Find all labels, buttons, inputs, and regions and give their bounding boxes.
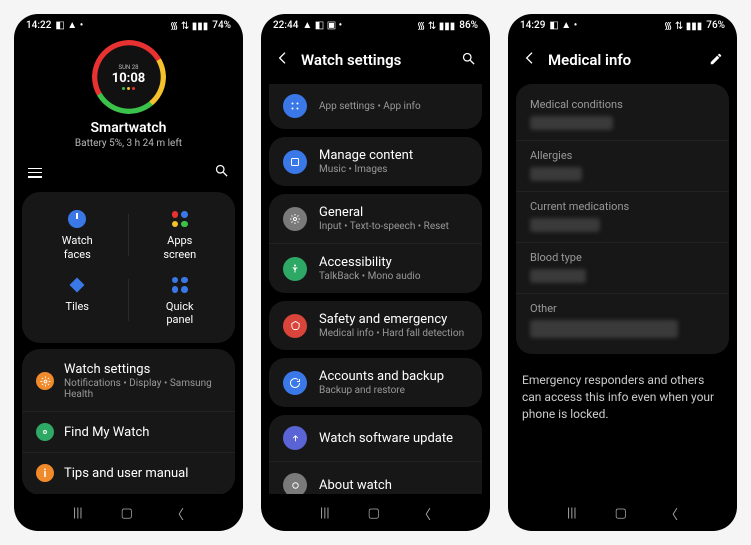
device-name: Smartwatch — [14, 120, 243, 136]
status-battery: 76% — [706, 20, 725, 31]
row-software-update[interactable]: Watch software update — [269, 415, 482, 461]
setting-group-general: General Input • Text-to-speech • Reset A… — [269, 194, 482, 293]
row-tips[interactable]: i Tips and user manual — [22, 452, 235, 493]
med-row-allergies[interactable]: Allergies — [516, 140, 729, 191]
status-time: 14:22 — [26, 20, 51, 31]
row-watch-settings[interactable]: Watch settings Notifications • Display •… — [22, 351, 235, 411]
setting-group-accounts: Accounts and backup Backup and restore — [269, 358, 482, 407]
med-row-medications[interactable]: Current medications — [516, 191, 729, 242]
backup-icon — [283, 371, 307, 395]
menu-icon[interactable] — [28, 168, 42, 178]
med-value-redacted — [530, 116, 613, 130]
location-icon — [36, 423, 54, 441]
med-row-other[interactable]: Other — [516, 293, 729, 348]
status-bar: 14:22 ◧ ▲ • ᯾ ⇅ ▮▮▮ 74% — [14, 14, 243, 34]
page-title: Medical info — [548, 51, 699, 69]
content-icon — [283, 150, 307, 174]
grid-watch-faces[interactable]: Watch faces — [26, 202, 129, 268]
quick-grid: Watch faces Apps screen Tiles Quick pane… — [22, 192, 235, 343]
phone-screen-medical-info: 14:29 ◧ ▲ • ᯾ ⇅ ▮▮▮ 76% Medical info Med… — [508, 14, 737, 531]
row-find-my-watch[interactable]: Find My Watch — [22, 411, 235, 452]
row-safety-emergency[interactable]: Safety and emergency Medical info • Hard… — [269, 301, 482, 350]
battery-status: Battery 5%, 3 h 24 m left — [14, 138, 243, 149]
nav-home-icon[interactable]: ▢ — [368, 506, 380, 521]
update-icon — [283, 426, 307, 450]
nav-bar: ||| ▢ 〈 — [261, 494, 490, 531]
page-header: Watch settings — [261, 34, 490, 80]
page-header: Medical info — [508, 34, 737, 80]
med-row-blood-type[interactable]: Blood type — [516, 242, 729, 293]
nav-home-icon[interactable]: ▢ — [615, 506, 627, 521]
nav-back-icon[interactable]: 〈 — [665, 504, 678, 523]
grid-tiles[interactable]: Tiles — [26, 268, 129, 334]
phone-screen-watch-settings: 22:44 ▲ ◧ ▣ • ᯾ ⇅ ▮▮▮ 86% Watch settings… — [261, 14, 490, 531]
medical-info-card: Medical conditions Allergies Current med… — [516, 84, 729, 354]
phone-screen-wearable-home: 14:22 ◧ ▲ • ᯾ ⇅ ▮▮▮ 74% SUN 28 10:08 Sma… — [14, 14, 243, 531]
status-bar: 22:44 ▲ ◧ ▣ • ᯾ ⇅ ▮▮▮ 86% — [261, 14, 490, 34]
nav-bar: ||| ▢ 〈 — [508, 494, 737, 531]
watchface-preview[interactable]: SUN 28 10:08 Smartwatch Battery 5%, 3 h … — [14, 34, 243, 151]
status-bar: 14:29 ◧ ▲ • ᯾ ⇅ ▮▮▮ 76% — [508, 14, 737, 34]
nav-recent-icon[interactable]: ||| — [73, 506, 83, 521]
info-icon: i — [36, 464, 54, 482]
row-about-watch[interactable]: About watch — [269, 461, 482, 494]
watch-icon — [283, 473, 307, 494]
search-icon[interactable] — [214, 163, 229, 182]
status-icons-right: ᯾ ⇅ ▮▮▮ — [664, 18, 702, 32]
setting-group-safety: Safety and emergency Medical info • Hard… — [269, 301, 482, 350]
row-manage-content[interactable]: Manage content Music • Images — [269, 137, 482, 186]
nav-bar: ||| ▢ 〈 — [14, 494, 243, 531]
row-general[interactable]: General Input • Text-to-speech • Reset — [269, 194, 482, 243]
gear-icon — [283, 207, 307, 231]
row-accessibility[interactable]: Accessibility TalkBack • Mono audio — [269, 243, 482, 293]
info-footer-text: Emergency responders and others can acce… — [508, 358, 737, 436]
back-icon[interactable] — [275, 50, 291, 70]
accessibility-icon — [283, 257, 307, 281]
status-icons-left: ◧ ▲ • — [55, 20, 83, 31]
med-row-conditions[interactable]: Medical conditions — [516, 90, 729, 140]
status-icons-right: ᯾ ⇅ ▮▮▮ — [417, 18, 455, 32]
status-time: 14:29 — [520, 20, 545, 31]
back-icon[interactable] — [522, 50, 538, 70]
status-battery: 74% — [212, 20, 231, 31]
nav-home-icon[interactable]: ▢ — [121, 506, 133, 521]
status-battery: 86% — [459, 20, 478, 31]
nav-back-icon[interactable]: 〈 — [418, 504, 431, 523]
emergency-icon — [283, 314, 307, 338]
edit-icon[interactable] — [709, 51, 723, 70]
watchface-time: 10:08 — [112, 71, 146, 86]
page-title: Watch settings — [301, 51, 451, 69]
med-value-redacted — [530, 320, 678, 338]
apps-icon — [283, 94, 307, 118]
row-accounts-backup[interactable]: Accounts and backup Backup and restore — [269, 358, 482, 407]
settings-list: Watch settings Notifications • Display •… — [22, 349, 235, 494]
setting-group-apps-partial: App settings • App info — [269, 84, 482, 129]
status-icons-right: ᯾ ⇅ ▮▮▮ — [170, 18, 208, 32]
med-value-redacted — [530, 167, 582, 181]
setting-group-content: Manage content Music • Images — [269, 137, 482, 186]
nav-recent-icon[interactable]: ||| — [320, 506, 330, 521]
nav-recent-icon[interactable]: ||| — [567, 506, 577, 521]
row-apps[interactable]: App settings • App info — [269, 88, 482, 129]
gear-icon — [36, 372, 54, 390]
status-icons-left: ▲ ◧ ▣ • — [302, 20, 342, 31]
search-icon[interactable] — [461, 51, 476, 70]
grid-quick-panel[interactable]: Quick panel — [129, 268, 232, 334]
nav-back-icon[interactable]: 〈 — [171, 504, 184, 523]
med-value-redacted — [530, 218, 600, 232]
grid-apps-screen[interactable]: Apps screen — [129, 202, 232, 268]
setting-group-about: Watch software update About watch — [269, 415, 482, 494]
status-time: 22:44 — [273, 20, 298, 31]
med-value-redacted — [530, 269, 586, 283]
watchface-day: SUN 28 — [112, 64, 146, 71]
status-icons-left: ◧ ▲ • — [549, 20, 577, 31]
